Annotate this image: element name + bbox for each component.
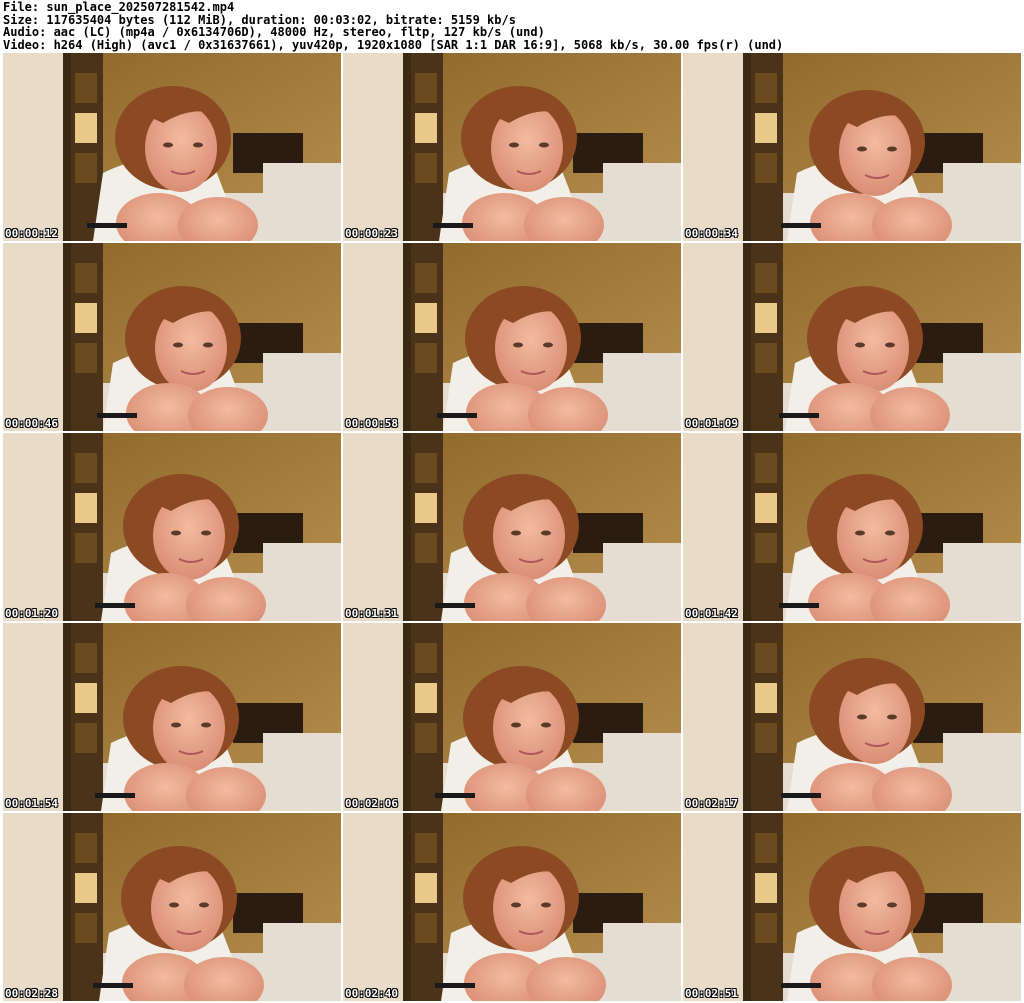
thumbnail: 00:00:46 <box>3 243 341 431</box>
thumbnail-scene <box>343 433 681 621</box>
thumbnail-timestamp: 00:00:46 <box>5 417 58 430</box>
thumbnail-timestamp: 00:00:34 <box>685 227 738 240</box>
thumbnail-scene <box>343 813 681 1001</box>
thumbnail: 00:01:54 <box>3 623 341 811</box>
thumbnail: 00:00:34 <box>683 53 1021 241</box>
thumbnail-timestamp: 00:01:54 <box>5 797 58 810</box>
thumbnail-scene <box>683 623 1021 811</box>
thumbnail-grid: 00:00:12 00:00:23 00:00:34 00:00:46 00:0… <box>2 52 1022 1002</box>
thumbnail: 00:02:28 <box>3 813 341 1001</box>
thumbnail-timestamp: 00:01:09 <box>685 417 738 430</box>
thumbnail-timestamp: 00:02:51 <box>685 987 738 1000</box>
thumbnail: 00:02:06 <box>343 623 681 811</box>
thumbnail-timestamp: 00:02:28 <box>5 987 58 1000</box>
thumbnail-timestamp: 00:02:40 <box>345 987 398 1000</box>
thumbnail-scene <box>683 53 1021 241</box>
thumbnail-timestamp: 00:00:58 <box>345 417 398 430</box>
thumbnail-scene <box>3 813 341 1001</box>
thumbnail-scene <box>3 623 341 811</box>
thumbnail-scene <box>3 243 341 431</box>
thumbnail: 00:00:12 <box>3 53 341 241</box>
file-name-line: File: sun_place_202507281542.mp4 <box>3 0 235 14</box>
file-info-header: File: sun_place_202507281542.mp4 Size: 1… <box>3 1 1021 51</box>
thumbnail: 00:02:40 <box>343 813 681 1001</box>
thumbnail-timestamp: 00:01:20 <box>5 607 58 620</box>
thumbnail-timestamp: 00:02:17 <box>685 797 738 810</box>
thumbnail-scene <box>3 53 341 241</box>
thumbnail-scene <box>683 813 1021 1001</box>
thumbnail: 00:02:17 <box>683 623 1021 811</box>
thumbnail-scene <box>3 433 341 621</box>
thumbnail: 00:00:58 <box>343 243 681 431</box>
video-line: Video: h264 (High) (avc1 / 0x31637661), … <box>3 37 784 52</box>
thumbnail: 00:02:51 <box>683 813 1021 1001</box>
thumbnail-scene <box>343 623 681 811</box>
thumbnail-scene <box>683 243 1021 431</box>
thumbnail: 00:01:09 <box>683 243 1021 431</box>
thumbnail-timestamp: 00:01:31 <box>345 607 398 620</box>
thumbnail-scene <box>683 433 1021 621</box>
thumbnail: 00:01:31 <box>343 433 681 621</box>
thumbnail: 00:01:42 <box>683 433 1021 621</box>
thumbnail-timestamp: 00:01:42 <box>685 607 738 620</box>
thumbnail-timestamp: 00:02:06 <box>345 797 398 810</box>
thumbnail-timestamp: 00:00:23 <box>345 227 398 240</box>
thumbnail-timestamp: 00:00:12 <box>5 227 58 240</box>
thumbnail-scene <box>343 53 681 241</box>
thumbnail: 00:00:23 <box>343 53 681 241</box>
thumbnail: 00:01:20 <box>3 433 341 621</box>
audio-line: Audio: aac (LC) (mp4a / 0x6134706D), 480… <box>3 25 545 39</box>
thumbnail-scene <box>343 243 681 431</box>
